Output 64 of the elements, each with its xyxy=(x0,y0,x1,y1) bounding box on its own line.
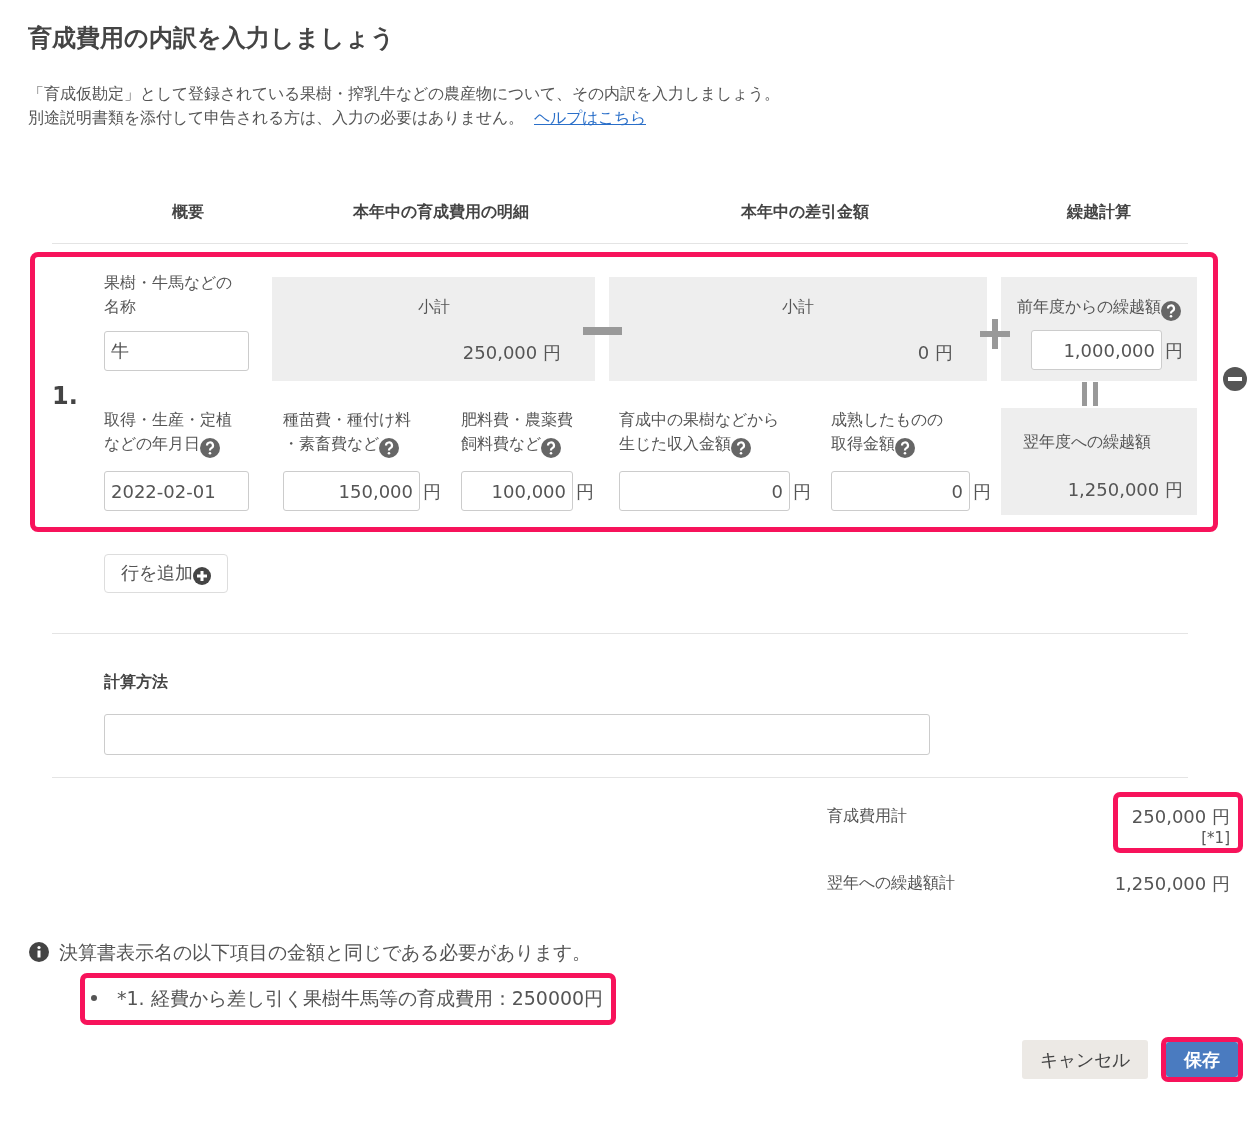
input-field[interactable]: 150,000 xyxy=(283,471,420,511)
info-icon xyxy=(29,942,49,963)
help-icon[interactable] xyxy=(379,435,399,459)
description-text: 「育成仮勘定」として登録されている果樹・搾乳牛などの農産物について、その内訳を入力しましょう。 xyxy=(28,84,780,103)
field-label: 取得・生産・定植 xyxy=(104,410,232,429)
unit-label: 円 xyxy=(423,479,441,504)
total-label: 翌年への繰越額計 xyxy=(827,872,955,894)
equals-sign-icon xyxy=(1082,382,1098,406)
subtotal-label: 小計 xyxy=(782,297,814,316)
page-title: 育成費用の内訳を入力しましょう xyxy=(28,23,396,54)
carryover-label: 翌年度への繰越額 xyxy=(1023,432,1151,451)
column-header: 本年中の差引金額 xyxy=(740,200,870,223)
help-icon[interactable] xyxy=(731,435,751,459)
input-field[interactable]: 0 xyxy=(831,471,970,511)
help-icon[interactable] xyxy=(200,435,220,459)
input-field[interactable]: 牛 xyxy=(104,331,249,371)
help-icon[interactable] xyxy=(895,435,915,459)
field-label: 成熟したものの xyxy=(831,410,943,429)
footnote-mark: [*1] xyxy=(1201,829,1230,847)
total-label: 育成費用計 xyxy=(827,805,907,827)
column-header: 本年中の育成費用の明細 xyxy=(351,200,530,223)
field-label: 育成中の果樹などから xyxy=(619,410,779,429)
help-link[interactable]: ヘルプはこちら xyxy=(534,108,646,127)
section-label: 計算方法 xyxy=(104,672,168,691)
field-label: 種苗費・種付け料 xyxy=(283,410,411,429)
total-amount: 250,000 円 xyxy=(1131,806,1230,827)
input-field[interactable]: 1,000,000 xyxy=(1031,330,1162,370)
field-label: ・素畜費など xyxy=(283,434,379,453)
carryover-amount: 1,250,000 円 xyxy=(1067,479,1183,500)
input-field[interactable]: 2022-02-01 xyxy=(104,471,249,511)
field-label: 飼料費など xyxy=(461,434,541,453)
note-item: *1. 経費から差し引く果樹牛馬等の育成費用：250000円 xyxy=(117,985,604,1011)
save-button[interactable]: 保存 xyxy=(1166,1042,1238,1077)
subtotal-amount: 0 円 xyxy=(917,342,953,363)
remove-row-icon[interactable] xyxy=(1223,367,1247,391)
help-icon[interactable] xyxy=(1161,298,1181,322)
cancel-button[interactable]: キャンセル xyxy=(1022,1040,1148,1079)
field-label: 取得金額 xyxy=(831,434,895,453)
plus-sign-icon xyxy=(980,319,1010,349)
add-row-button[interactable]: 行を追加 xyxy=(104,554,228,593)
bullet-icon xyxy=(91,994,97,1001)
input-field[interactable]: 0 xyxy=(619,471,790,511)
description-text: 別途説明書類を添付して申告される方は、入力の必要はありません。 xyxy=(28,108,524,127)
minus-sign-icon xyxy=(583,327,622,335)
total-amount: 1,250,000 円 xyxy=(1114,873,1230,894)
field-label: などの年月日 xyxy=(104,434,200,453)
help-icon[interactable] xyxy=(541,435,561,459)
field-label: 肥料費・農薬費 xyxy=(461,410,573,429)
unit-label: 円 xyxy=(576,479,594,504)
subtotal-amount: 250,000 円 xyxy=(462,342,561,363)
subtotal-label: 小計 xyxy=(417,297,450,316)
input-field[interactable]: 100,000 xyxy=(461,471,573,511)
column-header: 繰越計算 xyxy=(1065,200,1132,223)
notice-text: 決算書表示名の以下項目の金額と同じである必要があります。 xyxy=(59,940,591,965)
field-label: 名称 xyxy=(104,297,136,316)
carryover-label: 前年度からの繰越額 xyxy=(1017,297,1161,316)
column-header: 概要 xyxy=(171,200,205,223)
input-field[interactable] xyxy=(104,714,930,755)
row-number: 1. xyxy=(52,381,78,412)
field-label: 果樹・牛馬などの xyxy=(104,273,232,292)
field-label: 生じた収入金額 xyxy=(619,434,731,453)
unit-label: 円 xyxy=(973,479,991,504)
unit-label: 円 xyxy=(793,479,811,504)
unit-label: 円 xyxy=(1165,338,1183,363)
